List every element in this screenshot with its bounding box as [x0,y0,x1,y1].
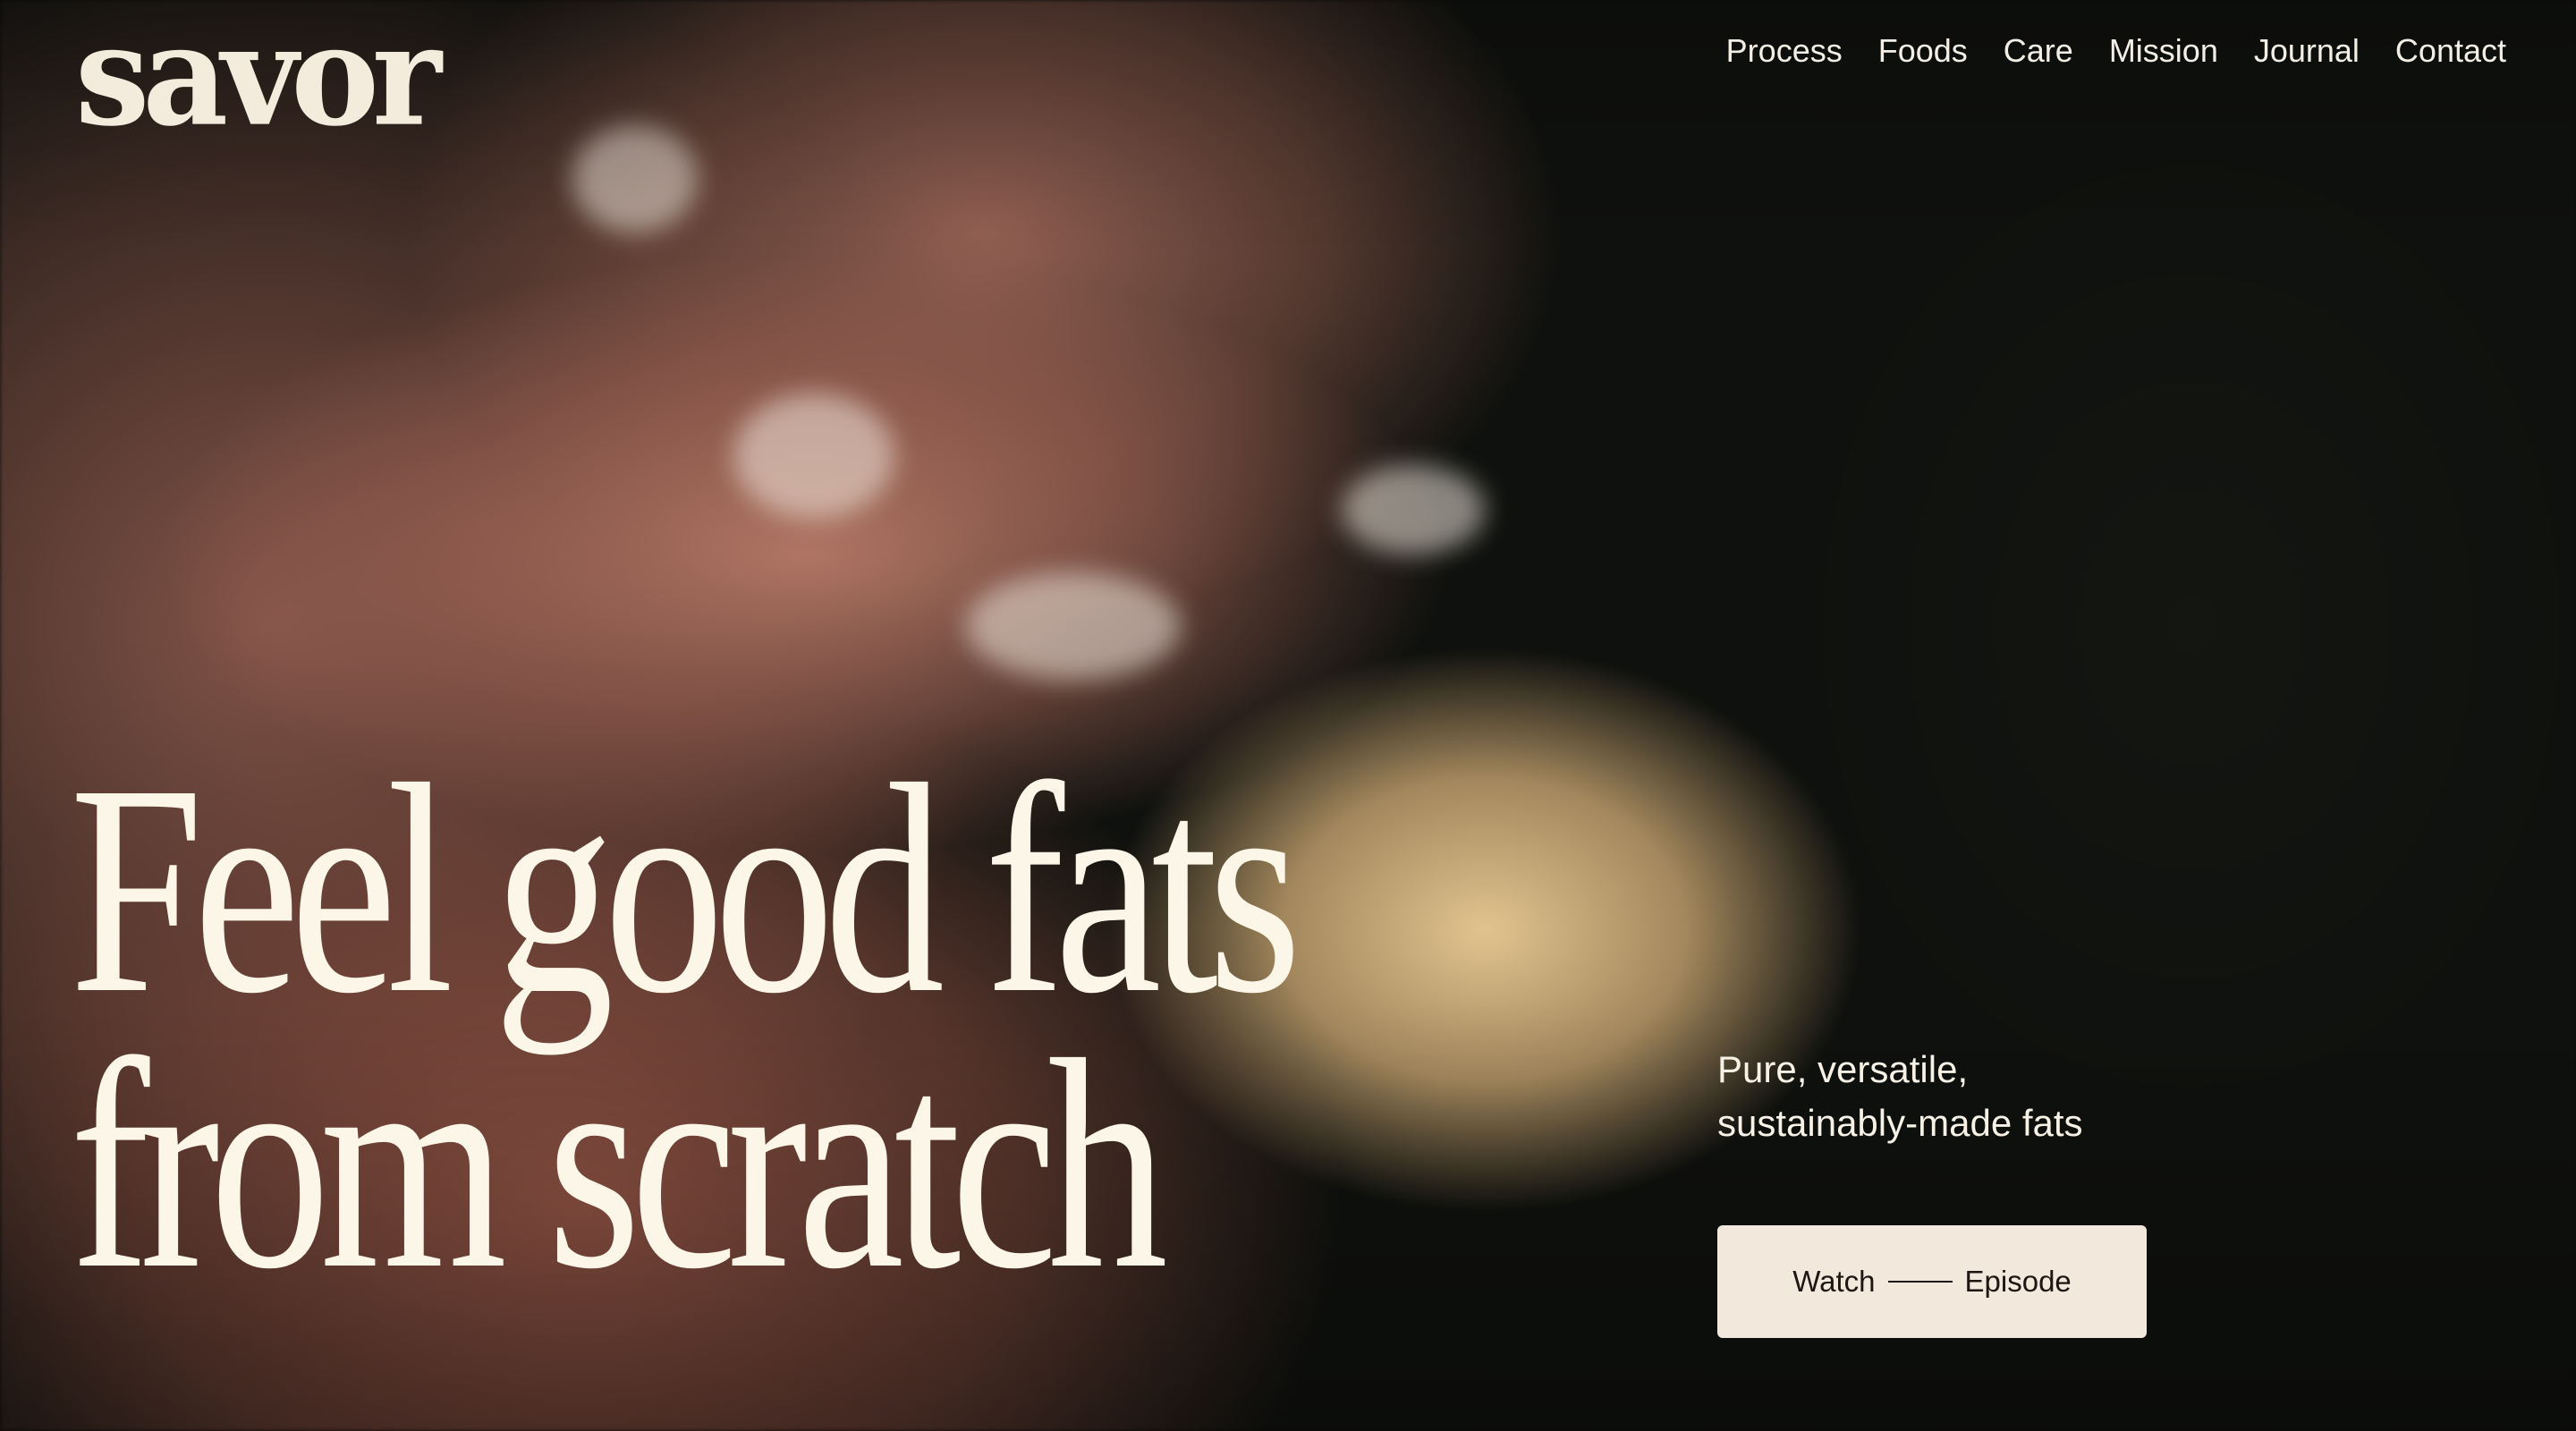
main-nav: Process Foods Care Mission Journal Conta… [1726,32,2506,70]
watch-episode-button[interactable]: Watch Episode [1717,1225,2147,1338]
nav-item-care[interactable]: Care [2004,32,2073,70]
nav-item-foods[interactable]: Foods [1878,32,1968,70]
landing-page: savor Process Foods Care Mission Journal… [0,0,2576,1431]
nav-item-contact[interactable]: Contact [2395,32,2506,70]
brand-logo[interactable]: savor [75,5,442,144]
headline-line-1: Feel good fats [70,723,1301,1055]
tagline-line-2: sustainably-made fats [1717,1102,2083,1144]
nav-item-process[interactable]: Process [1726,32,1843,70]
cta-label-watch: Watch [1792,1265,1876,1298]
hero-tagline: Pure, versatile, sustainably-made fats [1717,1043,2165,1150]
nav-item-mission[interactable]: Mission [2109,32,2218,70]
dash-line-icon [1887,1281,1953,1283]
hero-headline: Feel good fats from scratch [70,723,1301,1331]
headline-line-2: from scratch [70,998,1168,1331]
nav-item-journal[interactable]: Journal [2254,32,2360,70]
cta-label-episode: Episode [1964,1265,2072,1298]
tagline-line-1: Pure, versatile, [1717,1048,1969,1090]
